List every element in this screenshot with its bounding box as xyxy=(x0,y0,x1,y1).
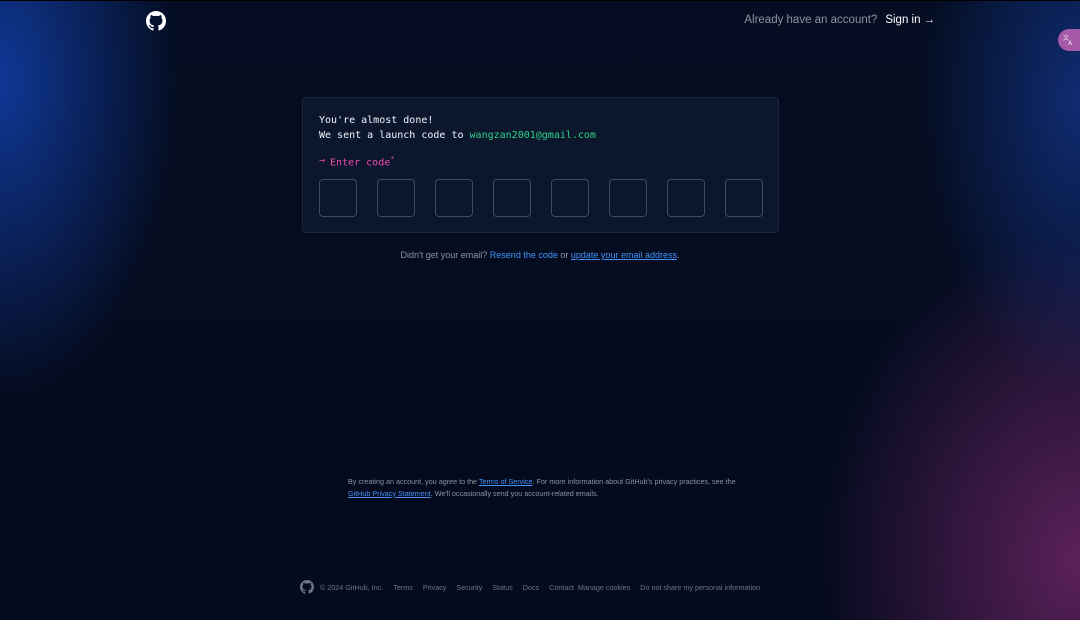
sign-in-label: Sign in xyxy=(885,14,921,26)
required-marker: * xyxy=(390,155,395,163)
footer-copyright: © 2024 GitHub, Inc. xyxy=(320,582,384,592)
resend-line: Didn't get your email? Resend the code o… xyxy=(0,250,1080,260)
almost-done-text: You're almost done! xyxy=(319,115,434,126)
arrow-right-icon: → xyxy=(923,14,936,26)
resend-period: . xyxy=(676,250,680,260)
footer-link-do-not-share[interactable]: Do not share my personal information xyxy=(640,583,760,592)
resend-question: Didn't get your email? xyxy=(400,250,488,260)
code-digit-1[interactable] xyxy=(319,179,357,217)
footer-link-security[interactable]: Security xyxy=(456,583,482,592)
already-account-text: Already have an account? xyxy=(744,14,878,26)
code-digit-6[interactable] xyxy=(609,179,647,217)
code-digit-4[interactable] xyxy=(493,179,531,217)
code-digit-3[interactable] xyxy=(435,179,473,217)
footer-link-privacy[interactable]: Privacy xyxy=(423,583,447,592)
code-digit-8[interactable] xyxy=(725,179,763,217)
enter-code-label: Enter code xyxy=(330,157,391,169)
sent-code-prefix: We sent a launch code to xyxy=(319,130,464,141)
background-gradient xyxy=(0,0,1080,620)
footer-link-contact[interactable]: Contact xyxy=(549,583,574,592)
resend-code-link[interactable]: Resend the code xyxy=(490,250,558,260)
footer-link-docs[interactable]: Docs xyxy=(523,583,539,592)
sign-in-link[interactable]: Sign in → xyxy=(885,14,935,26)
sent-code-text: We sent a launch code to wangzan2001@gma… xyxy=(319,130,596,141)
github-logo-icon[interactable] xyxy=(146,11,166,31)
email-address: wangzan2001@gmail.com xyxy=(469,130,596,141)
header: Already have an account? Sign in → xyxy=(0,0,1080,42)
code-input-row xyxy=(319,179,763,217)
prompt-arrow-icon: → xyxy=(319,155,326,166)
code-digit-7[interactable] xyxy=(667,179,705,217)
resend-or: or xyxy=(560,250,569,260)
launch-code-card: You're almost done! We sent a launch cod… xyxy=(302,97,779,233)
terms-text-3: . We'll occasionally send you account-re… xyxy=(430,488,599,498)
footer-link-status[interactable]: Status xyxy=(492,583,512,592)
terms-of-service-link[interactable]: Terms of Service xyxy=(479,477,533,486)
svg-text:A: A xyxy=(1068,40,1073,46)
code-digit-5[interactable] xyxy=(551,179,589,217)
footer: © 2024 GitHub, Inc. Terms Privacy Securi… xyxy=(300,580,770,594)
translate-icon[interactable]: 文 A xyxy=(1058,29,1080,51)
terms-text-1: By creating an account, you agree to the xyxy=(348,477,478,486)
translate-glyph-icon: 文 A xyxy=(1063,34,1073,46)
code-digit-2[interactable] xyxy=(377,179,415,217)
terms-text-2: . For more information about GitHub's pr… xyxy=(532,477,736,486)
privacy-statement-link[interactable]: GitHub Privacy Statement xyxy=(348,489,431,498)
header-signin-area: Already have an account? Sign in → xyxy=(744,14,935,26)
enter-code-prompt: → Enter code* xyxy=(319,155,394,168)
update-email-link[interactable]: update your email address xyxy=(571,250,677,260)
github-footer-logo-icon[interactable] xyxy=(300,580,314,594)
footer-link-terms[interactable]: Terms xyxy=(393,583,413,592)
terms-notice: By creating an account, you agree to the… xyxy=(348,476,748,499)
footer-link-manage-cookies[interactable]: Manage cookies xyxy=(578,583,630,592)
